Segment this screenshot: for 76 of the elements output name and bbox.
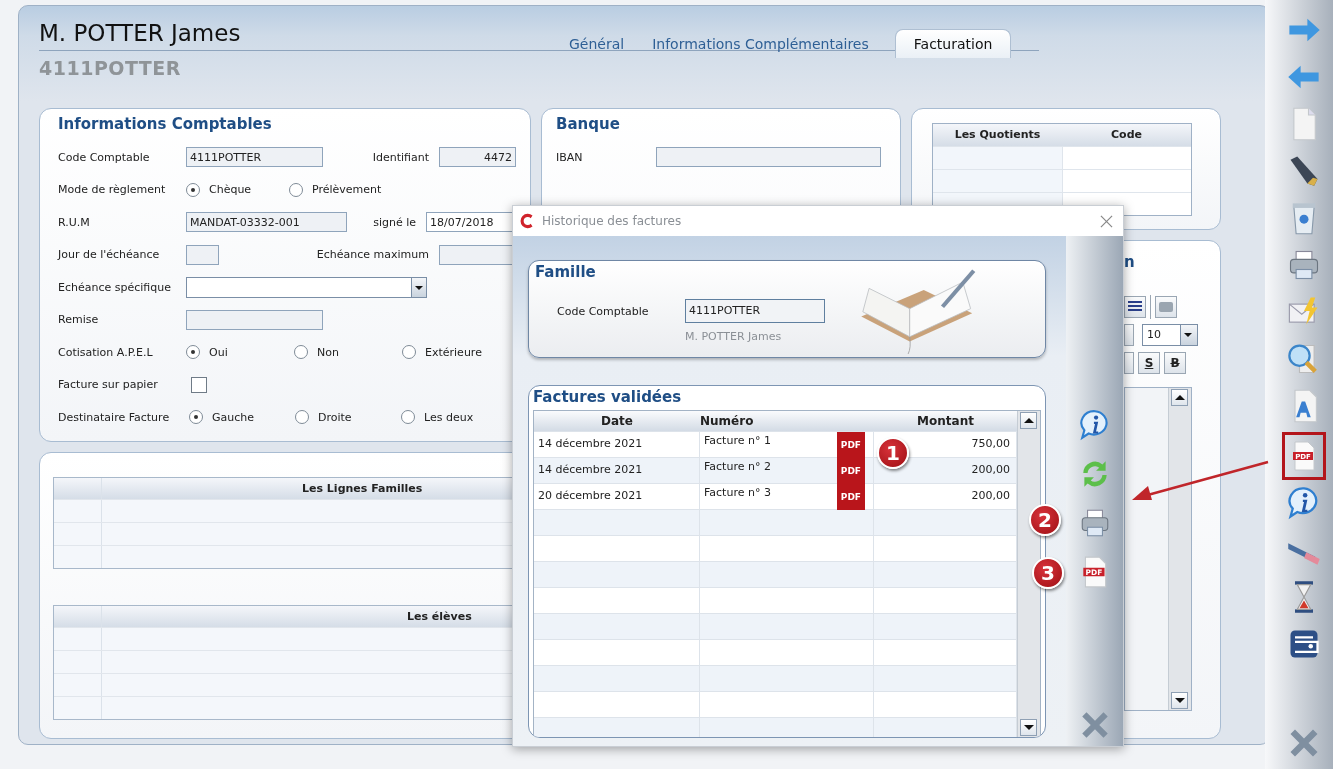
field-label: Code Comptable — [58, 150, 151, 164]
tab[interactable]: Facturation — [894, 29, 1012, 58]
column-header: Les Quotients — [953, 127, 1042, 143]
radio-button[interactable] — [289, 182, 303, 197]
text-area[interactable] — [1124, 387, 1192, 711]
radio-button[interactable] — [295, 410, 309, 425]
radio-button[interactable] — [186, 345, 200, 360]
field-label: Facture sur papier — [58, 378, 159, 392]
font-size-dropdown[interactable]: 10 — [1142, 324, 1198, 346]
input-field[interactable] — [186, 309, 323, 330]
field-label: Code Comptable — [557, 304, 650, 318]
close-icon[interactable] — [1100, 214, 1113, 228]
column-header: Les élèves — [407, 609, 472, 625]
option-label: Les deux — [424, 410, 474, 424]
underline-button[interactable]: S — [1138, 352, 1160, 374]
option-label: Chèque — [209, 183, 252, 197]
field-label: signé le — [373, 215, 416, 229]
field-label: Jour de l'échéance — [58, 248, 161, 262]
checkbox[interactable] — [191, 376, 207, 393]
field-label: R.U.M — [58, 215, 91, 229]
section-title: Factures validées — [533, 388, 683, 408]
table-cell-text: Facture n° 2 — [704, 459, 771, 475]
invoice-row[interactable]: 20 décembre 2021 Facture n° 3 PDF 200,00 — [534, 483, 1017, 509]
table-cell-text: Facture n° 3 — [704, 485, 771, 501]
field-label: Mode de règlement — [58, 183, 167, 197]
pdf-badge[interactable]: PDF — [836, 483, 865, 510]
option-label: Droite — [318, 410, 352, 424]
column-header: Numéro — [700, 413, 755, 430]
radio-button[interactable] — [294, 345, 308, 360]
input-field[interactable]: 4472 — [439, 147, 516, 168]
field-label: Destinataire Facture — [58, 410, 171, 424]
field-label: Cotisation A.P.E.L — [58, 345, 154, 359]
section-title: n — [1124, 253, 1136, 273]
dialog-title: Historique des factures — [542, 214, 683, 228]
field-label: IBAN — [556, 150, 584, 164]
option-label: Oui — [209, 345, 228, 359]
section-title: Informations Comptables — [58, 115, 273, 135]
column-header: Les Lignes Familles — [302, 481, 423, 497]
scrollbar[interactable] — [1017, 411, 1040, 737]
input-field[interactable]: 4111POTTER — [685, 299, 825, 323]
table-cell-text: Facture n° 1 — [704, 433, 771, 449]
column-header: Montant — [916, 413, 975, 430]
column-header: Code — [1110, 127, 1143, 143]
justify-button[interactable] — [1124, 296, 1146, 318]
pdf-badge[interactable]: PDF — [836, 457, 865, 484]
option-label: Prélèvement — [312, 183, 382, 197]
input-field[interactable]: MANDAT-03332-001 — [186, 212, 347, 233]
print-button[interactable] — [1155, 296, 1177, 318]
account-code: 4111POTTER — [39, 56, 182, 79]
field-label: Identifiant — [372, 150, 429, 164]
radio-button[interactable] — [402, 345, 416, 360]
tab[interactable]: Général — [559, 30, 635, 58]
input-field[interactable]: 4111POTTER — [186, 147, 323, 168]
tab[interactable]: Informations Complémentaires — [642, 30, 879, 58]
radio-button[interactable] — [401, 410, 415, 425]
radio-button[interactable] — [189, 410, 203, 425]
caret-icon — [411, 277, 426, 297]
strikethrough-button[interactable]: B — [1164, 352, 1186, 374]
dropdown[interactable] — [186, 276, 427, 298]
option-label: Extérieure — [425, 345, 482, 359]
radio-button[interactable] — [186, 182, 200, 197]
toolbar-button[interactable] — [1124, 352, 1134, 374]
column-header: Date — [600, 413, 634, 430]
family-name: M. POTTER James — [684, 330, 783, 343]
section-title: Famille — [535, 263, 597, 283]
toolbar-button[interactable] — [1124, 324, 1134, 346]
field-label: Echéance maximum — [316, 248, 429, 262]
scrollbar[interactable] — [1168, 388, 1191, 710]
section-title: Banque — [556, 115, 621, 135]
pdf-badge[interactable]: PDF — [836, 431, 865, 458]
input-field[interactable] — [656, 147, 881, 168]
field-label: Echéance spécifique — [58, 280, 172, 294]
field-label: Remise — [58, 313, 100, 327]
option-label: Gauche — [212, 410, 255, 424]
option-label: Non — [317, 345, 339, 359]
input-field[interactable] — [186, 244, 219, 265]
